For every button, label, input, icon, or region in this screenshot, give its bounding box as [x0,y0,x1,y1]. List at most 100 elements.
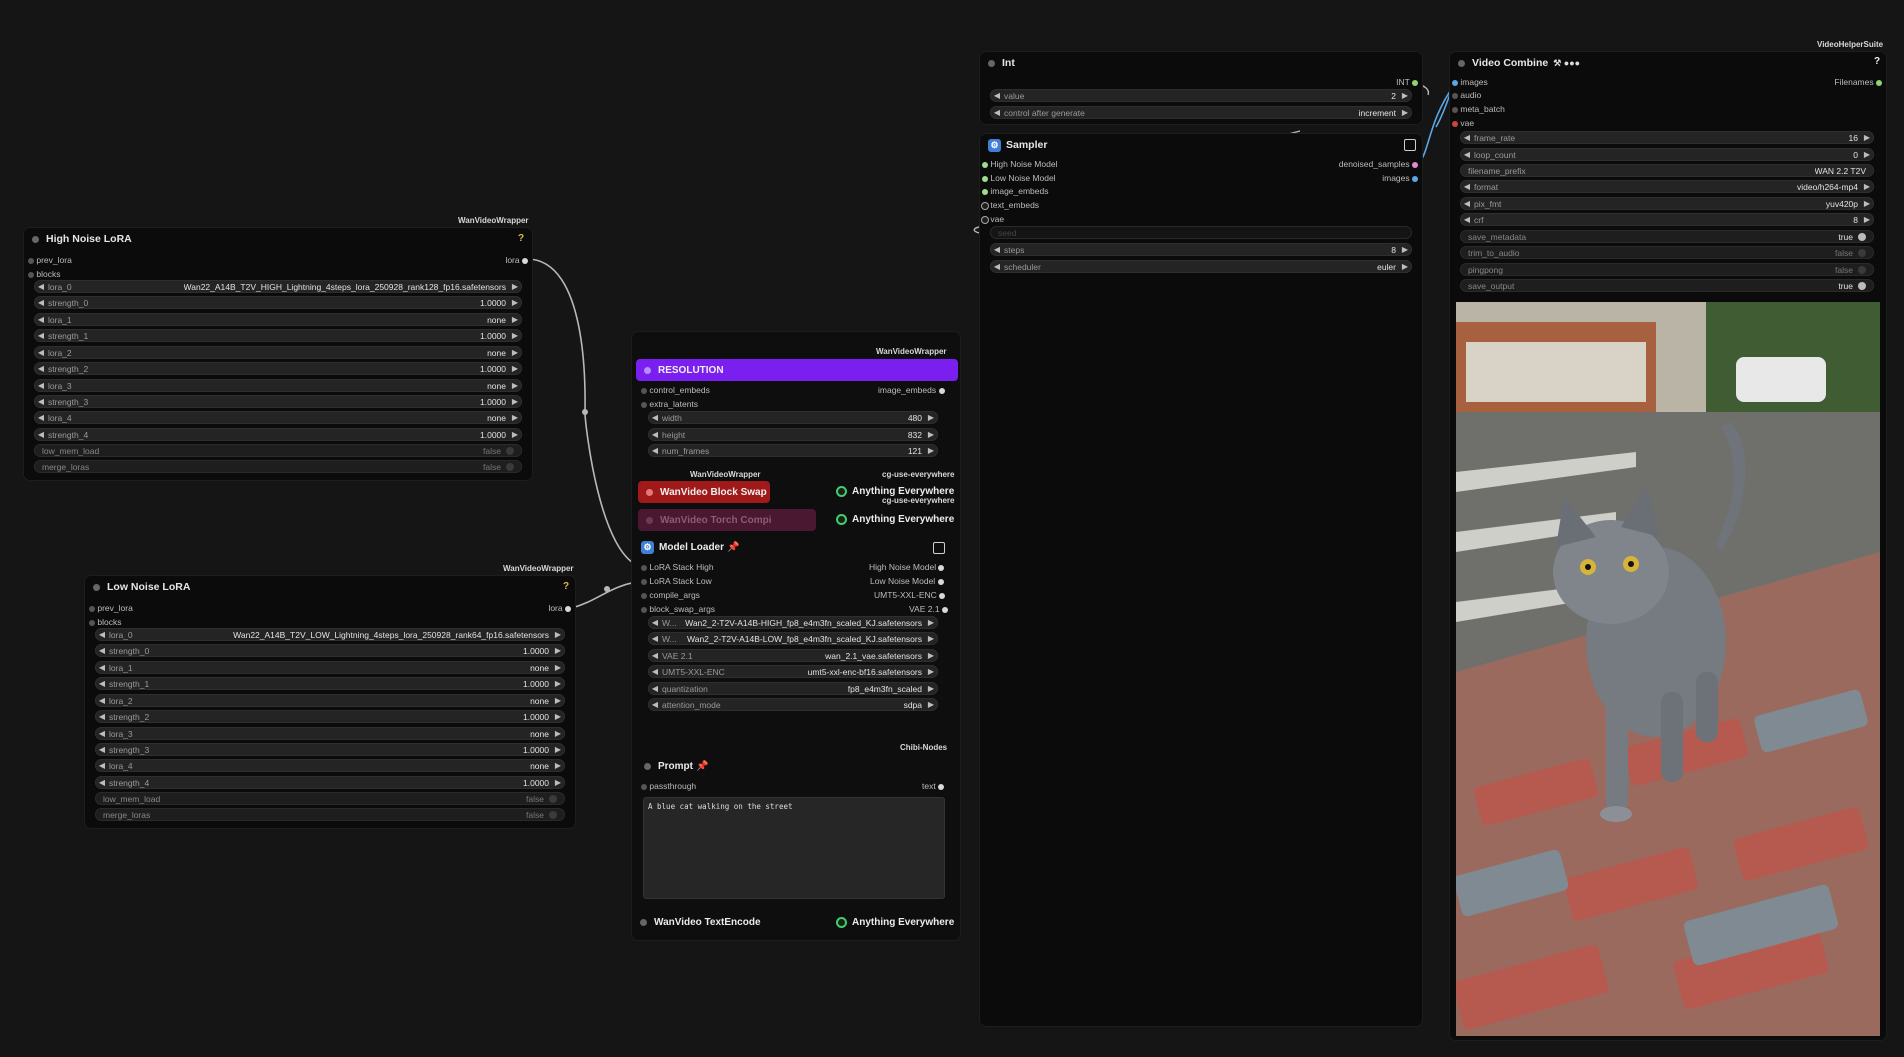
widget-width[interactable]: ◀ width 480 ▶ [648,411,938,424]
widget-attention-mode[interactable]: ◀ attention_mode sdpa ▶ [648,698,938,711]
toggle-save-metadata[interactable]: save_metadata true [1460,230,1874,243]
widget-crf[interactable]: ◀ crf 8 ▶ [1460,213,1874,226]
increment-arrow-icon[interactable]: ▶ [551,778,565,787]
increment-arrow-icon[interactable]: ▶ [924,430,938,439]
widget-lora-1[interactable]: ◀ lora_1 none ▶ [95,661,565,674]
decrement-arrow-icon[interactable]: ◀ [95,663,109,672]
widget-strength-0[interactable]: ◀ strength_0 1.0000 ▶ [34,296,522,309]
widget-strength-2[interactable]: ◀ strength_2 1.0000 ▶ [95,710,565,723]
decrement-arrow-icon[interactable]: ◀ [1460,215,1474,224]
widget-strength-3[interactable]: ◀ strength_3 1.0000 ▶ [34,395,522,408]
decrement-arrow-icon[interactable]: ◀ [34,331,48,340]
increment-arrow-icon[interactable]: ▶ [551,712,565,721]
input-lora-stack-high[interactable]: LoRA Stack High [641,561,714,573]
increment-arrow-icon[interactable]: ▶ [551,646,565,655]
prompt-text-area[interactable]: A blue cat walking on the street [643,797,945,899]
block-swap-node[interactable]: WanVideo Block Swap [638,481,770,503]
widget-format[interactable]: ◀ format video/h264-mp4 ▶ [1460,180,1874,193]
collapse-dot-icon[interactable] [1458,59,1465,67]
increment-arrow-icon[interactable]: ▶ [508,298,522,307]
toggle-knob-icon[interactable] [1858,232,1866,241]
widget-lora-1[interactable]: ◀ lora_1 none ▶ [34,313,522,326]
toggle-merge-loras[interactable]: merge_loras false [34,460,522,473]
widget-lora-2[interactable]: ◀ lora_2 none ▶ [95,694,565,707]
increment-arrow-icon[interactable]: ▶ [508,331,522,340]
input-pin-icon[interactable] [28,271,34,278]
widget-pix-fmt[interactable]: ◀ pix_fmt yuv420p ▶ [1460,197,1874,210]
toggle-knob-icon[interactable] [549,794,557,803]
anything-everywhere-node-3[interactable]: Anything Everywhere [838,917,954,928]
output-pin-icon[interactable] [522,257,528,264]
decrement-arrow-icon[interactable]: ◀ [34,397,48,406]
text-encode-node[interactable]: WanVideo TextEncode [640,917,761,928]
low-lora-title-bar[interactable]: Low Noise LoRA [85,576,575,598]
increment-arrow-icon[interactable]: ▶ [551,745,565,754]
input-pin-icon[interactable] [982,175,988,182]
toggle-low-mem-load[interactable]: low_mem_load false [95,792,565,805]
input-text-embeds[interactable]: text_embeds [982,199,1039,211]
output-text[interactable]: text [922,780,945,792]
decrement-arrow-icon[interactable]: ◀ [95,778,109,787]
toggle-knob-icon[interactable] [506,446,514,455]
decrement-arrow-icon[interactable]: ◀ [34,282,48,291]
increment-arrow-icon[interactable]: ▶ [924,413,938,422]
increment-arrow-icon[interactable]: ▶ [508,413,522,422]
toggle-low-mem-load[interactable]: low_mem_load false [34,444,522,457]
increment-arrow-icon[interactable]: ▶ [508,282,522,291]
widget-quantization[interactable]: ◀ quantization fp8_e4m3fn_scaled ▶ [648,682,938,695]
decrement-arrow-icon[interactable]: ◀ [1460,133,1474,142]
increment-arrow-icon[interactable]: ▶ [551,630,565,639]
sampler-node[interactable]: ⚙ Sampler High Noise Model Low Noise Mode… [980,134,1422,1026]
widget-steps[interactable]: ◀ steps 8 ▶ [990,243,1412,256]
graph-canvas[interactable]: WanVideoWrapper High Noise LoRA ? prev_l… [0,0,1904,1057]
expand-icon[interactable] [1404,139,1416,151]
widget-frame-rate[interactable]: ◀ frame_rate 16 ▶ [1460,131,1874,144]
increment-arrow-icon[interactable]: ▶ [508,381,522,390]
increment-arrow-icon[interactable]: ▶ [924,446,938,455]
input-pin-icon[interactable] [982,188,988,195]
widget-strength-1[interactable]: ◀ strength_1 1.0000 ▶ [95,677,565,690]
input-pin-icon[interactable] [1452,120,1458,127]
decrement-arrow-icon[interactable]: ◀ [34,413,48,422]
input-compile-args[interactable]: compile_args [641,589,700,601]
input-pin-icon[interactable] [641,564,647,571]
input-pin-icon[interactable] [1452,106,1458,113]
input-pin-icon[interactable] [982,202,988,209]
increment-arrow-icon[interactable]: ▶ [924,651,938,660]
input-pin-icon[interactable] [641,592,647,599]
widget-lora-0[interactable]: ◀ lora_0 Wan22_A14B_T2V_HIGH_Lightning_4st… [34,280,522,293]
toggle-trim-to-audio[interactable]: trim_to_audio false [1460,246,1874,259]
low-noise-lora-node[interactable]: Low Noise LoRA ? prev_lora blocks lora ◀… [85,576,575,828]
decrement-arrow-icon[interactable]: ◀ [648,618,662,627]
input-pin-icon[interactable] [982,216,988,223]
pin-icon[interactable]: 📌 [727,542,739,553]
decrement-arrow-icon[interactable]: ◀ [990,245,1004,254]
increment-arrow-icon[interactable]: ▶ [1860,133,1874,142]
decrement-arrow-icon[interactable]: ◀ [34,381,48,390]
increment-arrow-icon[interactable]: ▶ [924,667,938,676]
output-pin-icon[interactable] [565,605,571,612]
decrement-arrow-icon[interactable]: ◀ [990,262,1004,271]
decrement-arrow-icon[interactable]: ◀ [34,298,48,307]
int-node[interactable]: Int INT ◀ value 2 ▶ ◀ control after generate… [980,52,1422,124]
increment-arrow-icon[interactable]: ▶ [924,634,938,643]
widget-strength-0[interactable]: ◀ strength_0 1.0000 ▶ [95,644,565,657]
increment-arrow-icon[interactable]: ▶ [924,700,938,709]
decrement-arrow-icon[interactable]: ◀ [95,729,109,738]
input-vae[interactable]: vae [982,213,1004,225]
increment-arrow-icon[interactable]: ▶ [508,430,522,439]
help-icon[interactable]: ? [518,233,524,244]
high-noise-lora-node[interactable]: High Noise LoRA ? prev_lora blocks lora … [24,228,532,480]
input-pin-icon[interactable] [641,387,647,394]
output-pin-icon[interactable] [1412,175,1418,182]
input-block-swap-args[interactable]: block_swap_args [641,603,715,615]
input-control-embeds[interactable]: control_embeds [641,384,710,396]
decrement-arrow-icon[interactable]: ◀ [648,430,662,439]
seed-widget[interactable]: seed [990,226,1412,239]
output-pin-icon[interactable] [938,783,945,790]
decrement-arrow-icon[interactable]: ◀ [1460,150,1474,159]
increment-arrow-icon[interactable]: ▶ [1398,262,1412,271]
decrement-arrow-icon[interactable]: ◀ [34,315,48,324]
widget-value[interactable]: ◀ value 2 ▶ [990,89,1412,102]
input-extra-latents[interactable]: extra_latents [641,398,698,410]
